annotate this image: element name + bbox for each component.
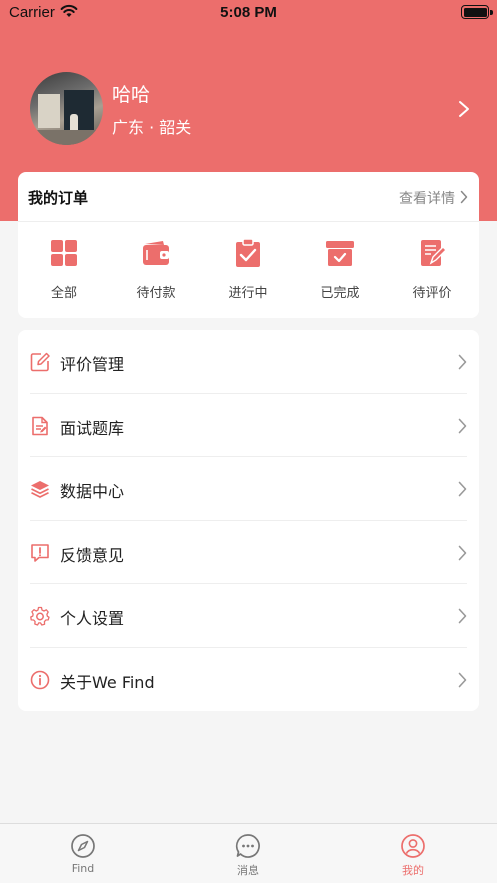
order-all[interactable]: 全部 [18,238,110,308]
chevron-right-icon [458,354,467,370]
menu-item-question-bank[interactable]: 面试题库 [18,394,479,457]
tab-bar: Find 消息 我的 [0,823,497,883]
menu-item-label: 个人设置 [60,609,125,628]
tab-label: 消息 [237,864,259,877]
clipboard-check-icon [236,238,260,267]
orders-header[interactable]: 我的订单 查看详情 [18,172,479,222]
tab-label: 我的 [402,864,424,877]
tab-label: Find [71,862,95,875]
edit-icon [30,352,50,372]
order-pending-payment[interactable]: 待付款 [110,238,202,308]
layers-icon [31,481,49,498]
archive-check-icon [326,241,354,266]
tab-mine[interactable]: 我的 [353,833,473,878]
status-bar: Carrier 5:08 PM [0,0,497,26]
profile-location: 广东 · 韶关 [112,118,192,137]
menu-item-data-center[interactable]: 数据中心 [18,457,479,521]
avatar[interactable] [30,72,103,145]
menu-item-label: 数据中心 [60,482,125,501]
menu-item-feedback[interactable]: 反馈意见 [18,521,479,584]
chevron-right-icon [458,672,467,687]
profile-name: 哈哈 [112,84,151,106]
menu-item-label: 评价管理 [60,355,125,374]
chevron-right-icon[interactable] [458,100,470,118]
feedback-icon [31,543,49,562]
chevron-right-icon [458,545,467,560]
menu-card: 评价管理 面试题库 数据中心 反馈意见 个人设置 关于We Find [18,330,479,711]
orders-more-link[interactable]: 查看详情 [399,188,455,208]
order-to-review[interactable]: 待评价 [386,238,478,308]
document-icon [32,416,48,435]
info-icon [30,670,50,689]
profile-header[interactable]: 哈哈 广东 · 韶关 [30,72,470,146]
order-label: 全部 [50,286,77,301]
clock: 5:08 PM [220,4,277,21]
user-icon [401,834,425,858]
order-label: 已完成 [320,286,360,301]
menu-item-about[interactable]: 关于We Find [18,648,479,712]
chevron-right-icon [458,481,467,497]
menu-item-label: 面试题库 [60,418,125,438]
order-label: 待付款 [136,286,176,301]
tab-messages[interactable]: 消息 [188,833,308,878]
order-label: 进行中 [228,286,268,301]
battery-icon [461,5,489,19]
message-icon [235,834,260,858]
menu-item-review-management[interactable]: 评价管理 [18,330,479,394]
wallet-icon [143,241,169,265]
order-completed[interactable]: 已完成 [294,238,386,308]
chevron-right-icon [458,608,467,624]
orders-card: 我的订单 查看详情 全部 待付款 进行中 已完成 待评价 [18,172,479,318]
order-in-progress[interactable]: 进行中 [202,238,294,308]
menu-item-personal-settings[interactable]: 个人设置 [18,584,479,648]
grid-icon [51,240,77,266]
tab-find[interactable]: Find [23,833,143,875]
compass-icon [71,834,95,858]
chevron-right-icon [458,418,467,433]
order-label: 待评价 [412,286,452,301]
edit-doc-icon [421,240,447,266]
orders-title: 我的订单 [28,189,89,207]
gear-icon [30,606,50,626]
chevron-right-icon[interactable] [460,190,468,204]
menu-item-label: 反馈意见 [60,545,125,565]
menu-item-label: 关于We Find [60,672,155,692]
